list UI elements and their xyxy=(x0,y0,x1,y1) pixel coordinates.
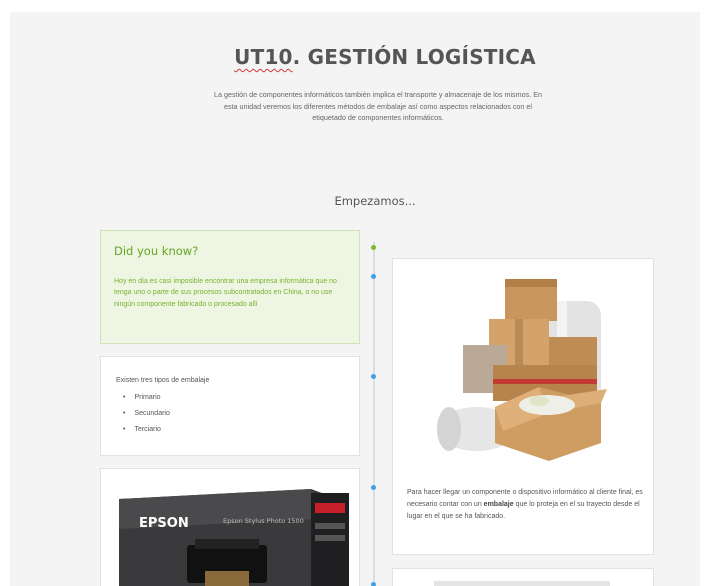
page-title: UT10. GESTIÓN LOGÍSTICA xyxy=(10,45,700,69)
boxes-card: Para hacer llegar un componente o dispos… xyxy=(392,258,654,555)
epson-brand-text: EPSON xyxy=(139,516,189,531)
list-item: Primario xyxy=(123,392,170,408)
list-item: Secundario xyxy=(123,408,169,424)
did-you-know-card: Did you know? Hoy en día es casi imposib… xyxy=(100,230,360,344)
timeline-dot xyxy=(371,245,376,250)
packaging-types-card: Existen tres tipos de embalaje Primario … xyxy=(100,356,360,456)
section-start-label: Empezamos... xyxy=(334,194,416,208)
packaging-types-intro: Existen tres tipos de embalaje xyxy=(116,377,210,384)
page-canvas: UT10. GESTIÓN LOGÍSTICA La gestión de co… xyxy=(10,12,700,586)
list-item: Terciario xyxy=(123,424,170,440)
did-you-know-heading: Did you know? xyxy=(114,244,199,258)
boxes-text: Para hacer llegar un componente o dispos… xyxy=(407,487,643,524)
intro-text: La gestión de componentes informáticos t… xyxy=(214,90,542,123)
boxes-text-bold: embalaje xyxy=(483,501,514,509)
image-placeholder xyxy=(434,581,610,586)
title-rest: . GESTIÓN LOGÍSTICA xyxy=(292,45,536,69)
cardboard-boxes-image xyxy=(437,279,607,461)
epson-printer-box-image: EPSON Epson Stylus Photo 1500 xyxy=(119,489,349,586)
next-card xyxy=(392,568,654,586)
timeline-dot xyxy=(371,374,376,379)
timeline-dot xyxy=(371,274,376,279)
timeline-dot xyxy=(371,485,376,490)
title-prefix: UT10 xyxy=(234,45,293,69)
epson-model-text: Epson Stylus Photo 1500 xyxy=(223,517,304,525)
timeline-dot xyxy=(371,582,376,586)
timeline-line xyxy=(373,242,375,586)
packaging-types-list: Primario Secundario Terciario xyxy=(123,392,170,440)
epson-card: EPSON Epson Stylus Photo 1500 xyxy=(100,468,360,586)
did-you-know-text: Hoy en día es casi imposible encontrar u… xyxy=(114,278,337,308)
